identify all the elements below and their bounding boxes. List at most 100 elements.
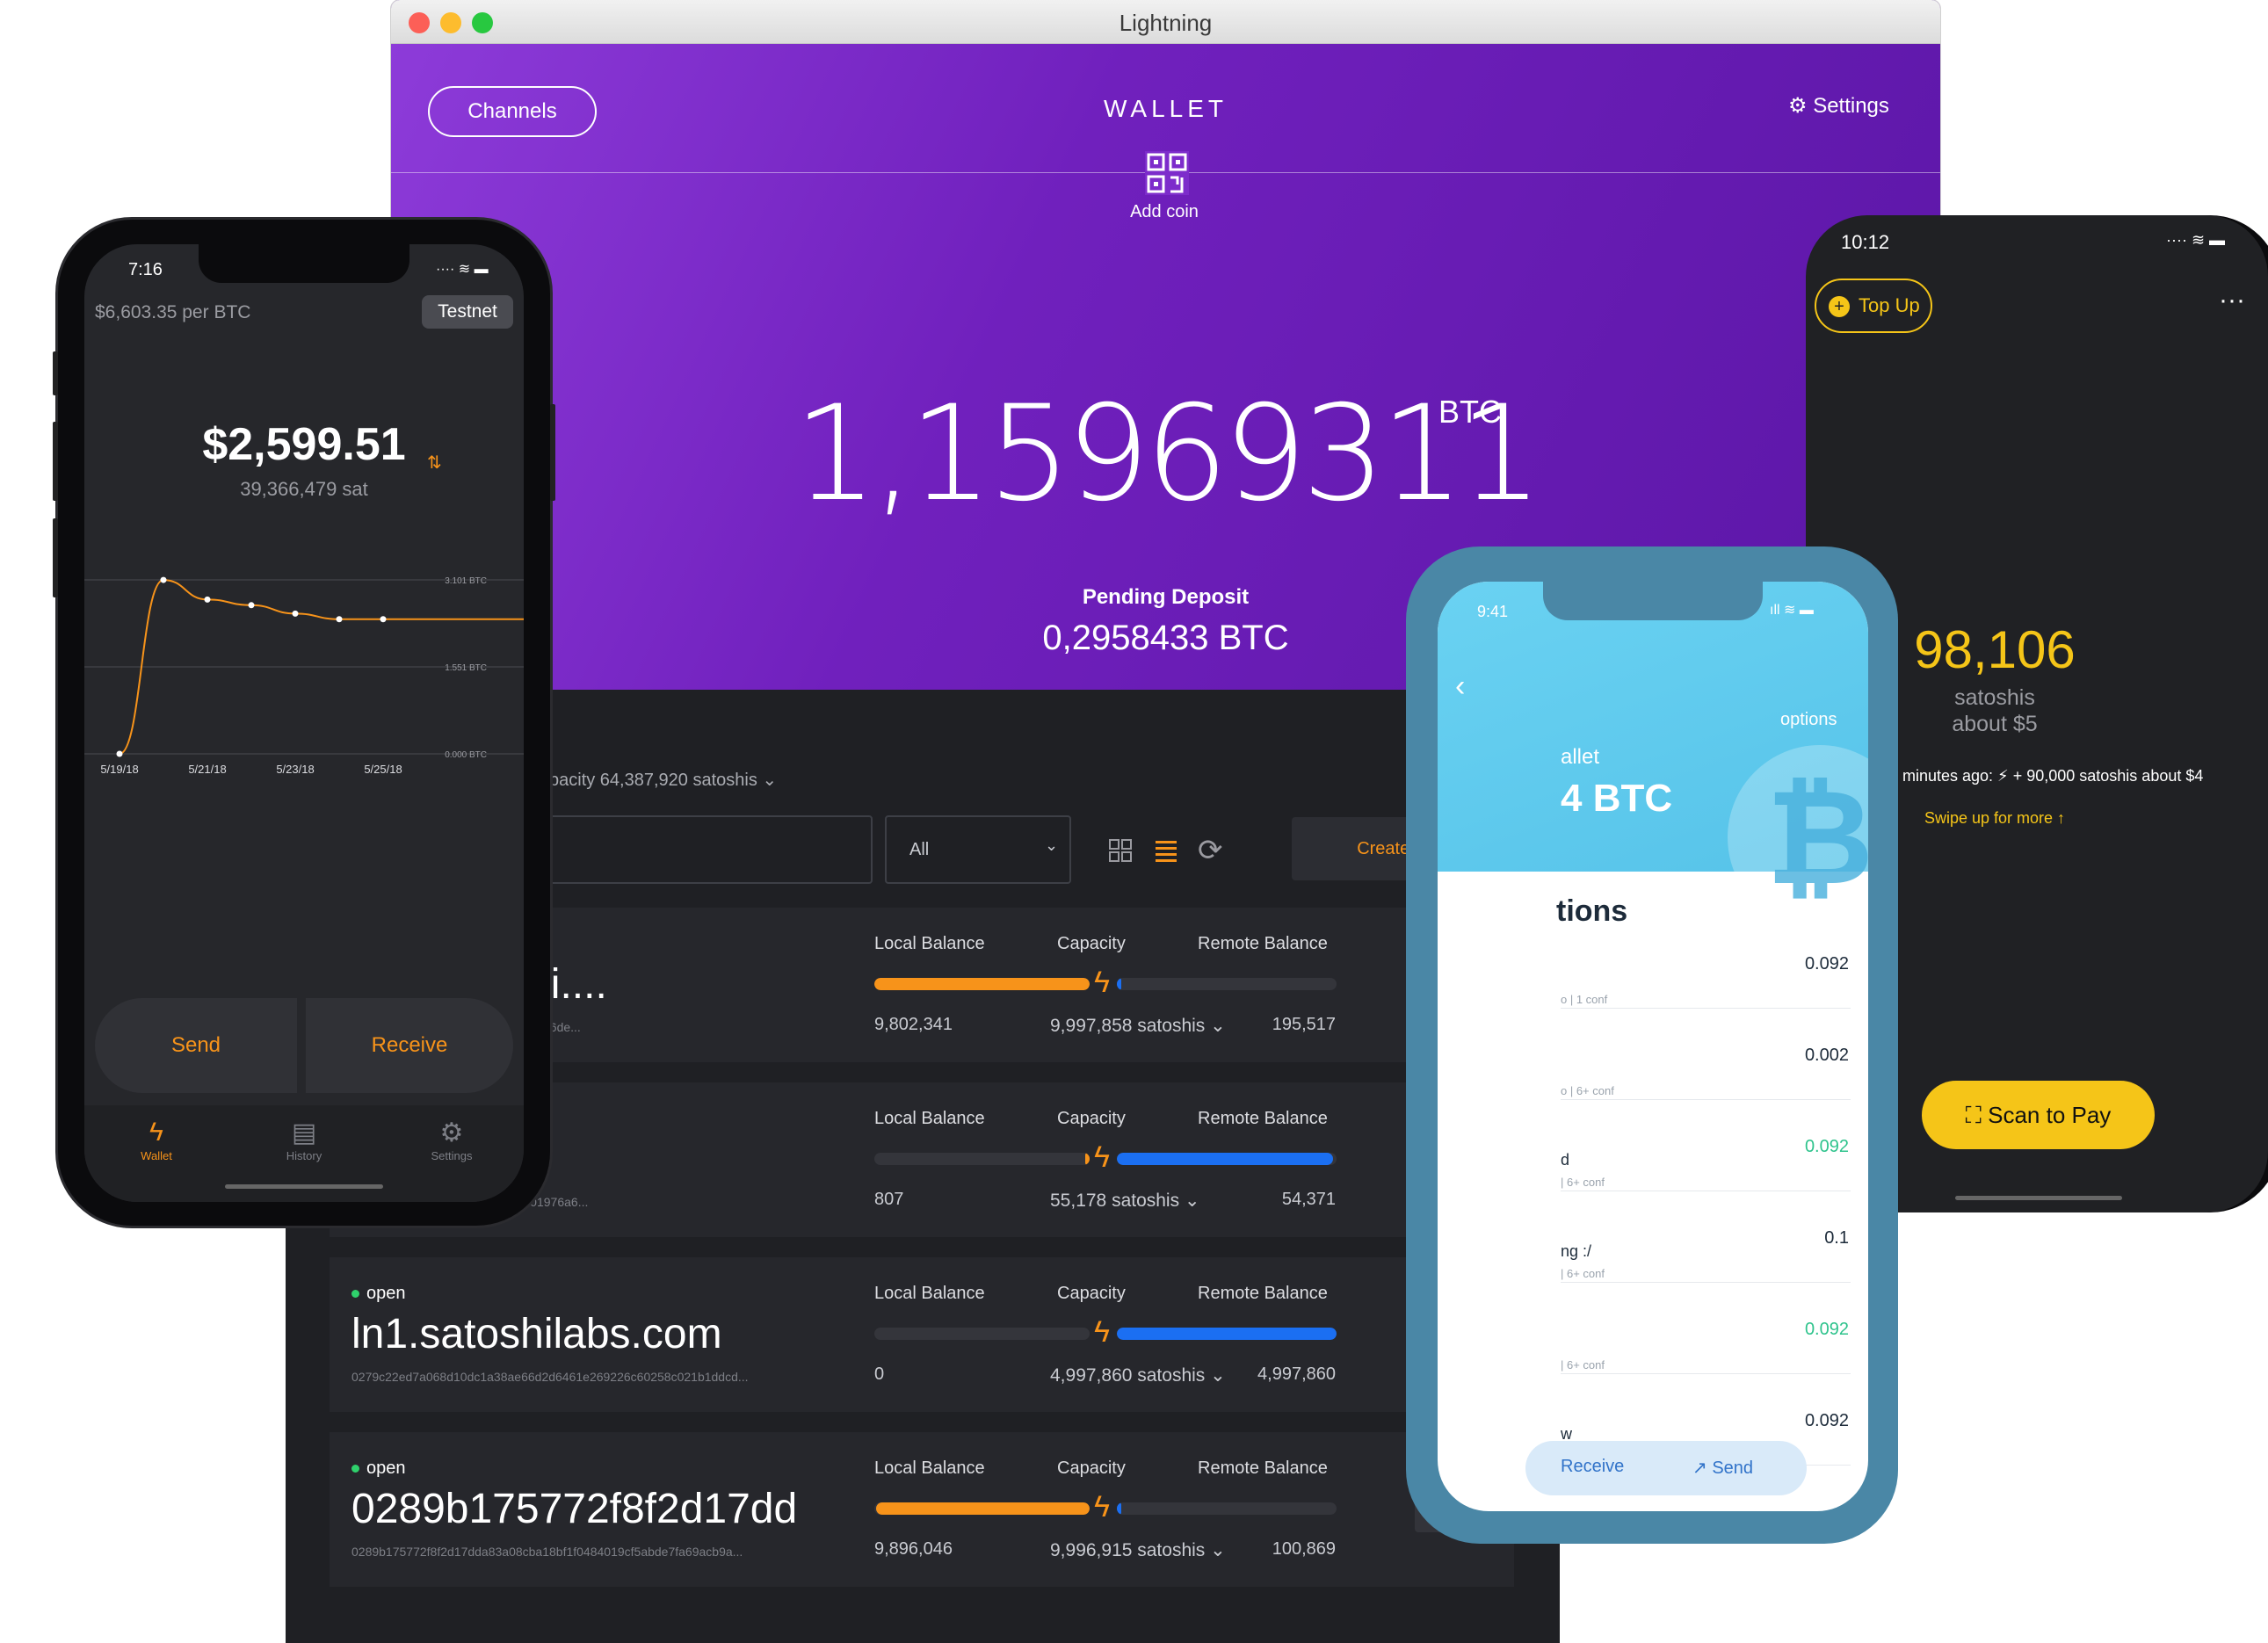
capacity-value[interactable]: 9,997,858 satoshis ⌄ (1050, 1015, 1226, 1037)
transaction-row[interactable]: | 6+ conf 0.092 (1561, 1299, 1851, 1374)
network-badge: Testnet (422, 295, 513, 329)
data-point (380, 616, 387, 623)
qr-code-icon (1145, 151, 1189, 195)
back-chevron-icon[interactable]: ‹ (1455, 670, 1465, 704)
phone-notch (1543, 582, 1763, 620)
settings-label: Settings (1813, 94, 1889, 118)
phone-notch (199, 244, 409, 283)
transaction-amount: 0.092 (1804, 954, 1849, 973)
transaction-row[interactable]: o | 1 conf 0.092 (1561, 933, 1851, 1009)
tab-settings[interactable]: ⚙ Settings (399, 1118, 504, 1162)
wallet-balance: 4 BTC (1561, 777, 1673, 820)
fiat-balance: $2,599.51 (202, 419, 406, 470)
local-balance-label: Local Balance (874, 1284, 985, 1303)
y-tick-label: 0.000 BTC (445, 750, 487, 760)
transaction-amount: 0.092 (1804, 1137, 1849, 1156)
channel-pubkey: 0289b175772f8f2d17dda83a08cba18bf1f04840… (351, 1545, 743, 1559)
options-link[interactable]: options (1780, 710, 1837, 730)
channel-name: 0289b175772f8f2d17dd (351, 1486, 798, 1532)
settings-link[interactable]: ⚙ Settings (1788, 93, 1889, 119)
remote-balance-label: Remote Balance (1198, 934, 1328, 953)
top-up-button[interactable]: + Top Up (1815, 279, 1932, 333)
status-time: 7:16 (128, 260, 163, 279)
local-balance-bar (874, 978, 1090, 990)
tab-history[interactable]: ▤ History (251, 1118, 357, 1162)
transaction-amount: 0.1 (1824, 1228, 1849, 1248)
transaction-amount: 0.002 (1804, 1046, 1849, 1065)
y-tick-label: 3.101 BTC (445, 576, 487, 586)
filter-value: All (909, 840, 930, 859)
search-input[interactable] (540, 815, 873, 884)
remote-balance-bar (1117, 1153, 1337, 1165)
local-balance-bar (874, 1153, 1090, 1165)
last-transaction: minutes ago: ⚡ + 90,000 satoshis about $… (1902, 767, 2204, 785)
add-coin-label: Add coin (1130, 202, 1199, 221)
y-tick-label: 1.551 BTC (445, 663, 487, 673)
channel-pubkey: 0279c22ed7a068d10dc1a38ae66d2d6461e26922… (351, 1370, 749, 1384)
transaction-row[interactable]: ng :/ | 6+ conf 0.1 (1561, 1207, 1851, 1283)
wallet-label: allet (1561, 745, 1600, 769)
local-balance-fill (876, 1502, 1090, 1515)
remote-balance-bar (1117, 1502, 1337, 1515)
status-icons: ···· ≋ ▬ (436, 262, 489, 277)
total-capacity[interactable]: pacity 64,387,920 satoshis ⌄ (549, 769, 777, 791)
status-dot-icon (351, 1290, 359, 1299)
scan-icon: ⛶ (1965, 1102, 1989, 1128)
capacity-value[interactable]: 9,996,915 satoshis ⌄ (1050, 1539, 1226, 1561)
iphone-blue-wallet: ₿ 9:41 ıll ≋ ▬ ‹ options allet 4 BTC tio… (1406, 546, 1898, 1544)
channel-card[interactable]: open 0289b175772f8f2d17dd 0289b175772f8f2d… (330, 1432, 1514, 1587)
remote-balance-label: Remote Balance (1198, 1109, 1328, 1128)
local-balance-bar (874, 1328, 1090, 1340)
capacity-value[interactable]: 4,997,860 satoshis ⌄ (1050, 1364, 1226, 1386)
local-balance-fill (1085, 1153, 1090, 1165)
more-menu-icon[interactable]: ··· (2219, 286, 2245, 315)
bolt-icon: ϟ (1094, 1315, 1110, 1349)
remote-balance-bar (1117, 978, 1337, 990)
status-icons: ···· ≋ ▬ (2166, 231, 2226, 249)
send-button[interactable]: Send (95, 998, 297, 1093)
x-tick-label: 5/25/18 (364, 763, 402, 776)
tab-wallet[interactable]: ϟ Wallet (104, 1118, 209, 1162)
page-title: WALLET (1104, 95, 1228, 122)
receive-button[interactable]: Receive (1561, 1457, 1624, 1477)
local-balance-label: Local Balance (874, 1458, 985, 1478)
receipt-icon: ▤ (291, 1118, 317, 1147)
receive-button[interactable]: Receive (306, 998, 513, 1093)
wallet-header: ₿ 9:41 ıll ≋ ▬ ‹ options allet 4 BTC (1438, 582, 1868, 930)
transaction-row[interactable]: o | 6+ conf 0.002 (1561, 1024, 1851, 1100)
list-view-icon[interactable] (1153, 837, 1179, 864)
local-balance-value: 807 (874, 1190, 904, 1209)
data-point (292, 610, 299, 617)
transaction-confirmations: o | 6+ conf (1561, 1084, 1614, 1097)
capacity-label: Capacity (1057, 1284, 1126, 1303)
grid-view-icon[interactable] (1107, 837, 1134, 864)
status-filter-select[interactable]: All ⌄ (885, 815, 1071, 884)
transaction-name: d (1561, 1151, 1570, 1169)
send-button[interactable]: ↗ Send (1692, 1457, 1753, 1479)
transaction-row[interactable]: d | 6+ conf 0.092 (1561, 1116, 1851, 1191)
phone-screen: ₿ 9:41 ıll ≋ ▬ ‹ options allet 4 BTC tio… (1438, 582, 1868, 1511)
local-balance-value: 0 (874, 1364, 885, 1384)
bolt-icon: ϟ (1094, 966, 1110, 999)
window-titlebar: Lightning (391, 0, 1940, 44)
bitcoin-logo-icon: ₿ (1728, 745, 1868, 930)
transactions-title: tions (1556, 894, 1628, 928)
tab-label: Wallet (141, 1149, 172, 1162)
status-text: open (366, 1458, 406, 1478)
home-indicator (225, 1184, 383, 1189)
volume-down-button (53, 518, 58, 597)
scan-to-pay-button[interactable]: ⛶ Scan to Pay (1922, 1081, 2155, 1149)
volume-up-button (53, 422, 58, 501)
balance-unit: BTC (1438, 394, 1502, 430)
channel-card[interactable]: open ln1.satoshilabs.com 0279c22ed7a068d10… (330, 1257, 1514, 1412)
add-coin-button[interactable]: Add coin (1120, 151, 1208, 221)
channel-name: ln1.satoshilabs.com (351, 1311, 722, 1357)
refresh-icon[interactable]: ⟳ (1198, 833, 1223, 868)
data-point (116, 750, 123, 757)
phone-screen: 7:16 ···· ≋ ▬ $6,603.35 per BTC Testnet … (84, 244, 524, 1202)
remote-balance-fill (1117, 978, 1121, 990)
swap-currency-icon[interactable]: ⇅ (427, 452, 442, 474)
capacity-label: Capacity (1057, 1109, 1126, 1128)
capacity-value[interactable]: 55,178 satoshis ⌄ (1050, 1190, 1200, 1212)
data-point (248, 602, 255, 609)
